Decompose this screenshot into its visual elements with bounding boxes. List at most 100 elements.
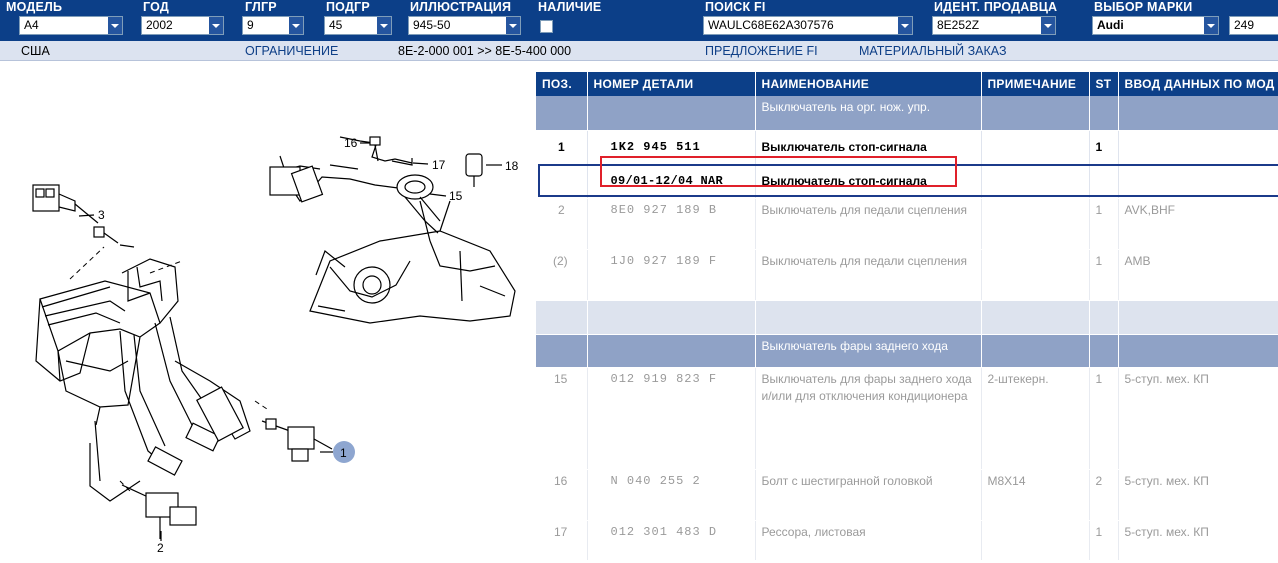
col-st-header[interactable]: ST <box>1089 72 1119 96</box>
cell-st: 1 <box>1089 249 1119 301</box>
table-row <box>536 300 1278 335</box>
main-group-label: ГЛГР <box>245 0 277 14</box>
callout-17: 17 <box>432 158 446 172</box>
illustration-select[interactable]: 945-50 <box>408 16 521 35</box>
dealer-id-value: 8E252Z <box>937 18 980 32</box>
pedal-assembly-drawing: 16 17 18 15 3 1 2 <box>32 136 519 555</box>
cell-position: 17 <box>536 520 588 561</box>
col-note-header[interactable]: ПРИМЕЧАНИЕ <box>981 72 1090 96</box>
brand-select[interactable]: Audi <box>1092 16 1219 35</box>
brake-switch-1-shape <box>261 418 333 462</box>
model-label: МОДЕЛЬ <box>6 0 63 14</box>
restriction-link[interactable]: ОГРАНИЧЕНИЕ <box>245 44 338 58</box>
cell-st: 1 <box>1089 520 1119 561</box>
material-order-link[interactable]: МАТЕРИАЛЬНЫЙ ЗАКАЗ <box>859 44 1007 58</box>
cell-model: AMB <box>1118 249 1278 301</box>
cell-note <box>981 198 1090 250</box>
cell-position: (2) <box>536 249 588 301</box>
cell-position <box>536 164 588 199</box>
table-row[interactable]: (2) 1J0 927 189 F Выключатель для педали… <box>536 249 1278 301</box>
cell-model: 5-ступ. мех. КП <box>1118 469 1278 521</box>
cell-name: Рессора, листовая <box>755 520 982 561</box>
sub-group-select[interactable]: 45 <box>324 16 392 35</box>
table-row[interactable]: Выключатель на орг. нож. упр. <box>536 96 1278 131</box>
model-value: A4 <box>24 18 39 32</box>
market-label: США <box>21 44 50 58</box>
table-row[interactable]: 15 012 919 823 F Выключатель для фары за… <box>536 367 1278 470</box>
callout-16: 16 <box>344 136 358 150</box>
wiring-harness-shape <box>269 136 441 234</box>
restriction-value: 8E-2-000 001 >> 8E-5-400 000 <box>398 44 572 58</box>
cell-note <box>981 96 1090 131</box>
chevron-down-icon[interactable] <box>208 17 223 34</box>
table-row[interactable]: 1 1K2 945 511 Выключатель стоп-сигнала 1 <box>536 130 1278 165</box>
cell-name: Выключатель стоп-сигнала <box>755 130 982 165</box>
col-part-number-header[interactable]: НОМЕР ДЕТАЛИ <box>587 72 756 96</box>
cell-part-number: 1K2 945 511 <box>587 130 756 165</box>
clutch-switch-2-shape <box>121 484 197 539</box>
main-group-select[interactable]: 9 <box>242 16 304 35</box>
cell-model <box>1118 164 1278 199</box>
table-row[interactable]: 2 8E0 927 189 B Выключатель для педали с… <box>536 198 1278 250</box>
callout-2: 2 <box>157 541 164 555</box>
cell-model <box>1118 130 1278 165</box>
cell-part-number <box>587 96 756 131</box>
callout-18: 18 <box>505 159 519 173</box>
cell-note <box>981 164 1090 199</box>
col-name-header[interactable]: НАИМЕНОВАНИЕ <box>755 72 982 96</box>
table-row[interactable]: 17 012 301 483 D Рессора, листовая 1 5-с… <box>536 520 1278 561</box>
cell-st: 1 <box>1089 367 1119 470</box>
chevron-down-icon[interactable] <box>376 17 391 34</box>
cell-name: Выключатель для педали сцепления <box>755 249 982 301</box>
chevron-down-icon[interactable] <box>897 17 912 34</box>
filter-bar: МОДЕЛЬ A4 ГОД 2002 ГЛГР 9 ПОДГР 45 ИЛЛЮС… <box>0 0 1278 41</box>
table-row[interactable]: Выключатель фары заднего хода <box>536 334 1278 368</box>
chevron-down-icon[interactable] <box>288 17 303 34</box>
cell-part-number: 012 301 483 D <box>587 520 756 561</box>
cell-name: Выключатель стоп-сигнала <box>755 164 982 199</box>
table-row[interactable]: 16 N 040 255 2 Болт с шестигранной голов… <box>536 469 1278 521</box>
col-model-data-header[interactable]: ВВОД ДАННЫХ ПО МОД <box>1118 72 1278 96</box>
year-value: 2002 <box>146 18 173 32</box>
cell-name: Выключатель для педали сцепления <box>755 198 982 250</box>
switch-18-shape <box>465 153 483 187</box>
cell-st: 1 <box>1089 130 1119 165</box>
gearbox-shape <box>309 200 516 324</box>
cell-st <box>1089 334 1119 368</box>
brand-extra-value: 249 <box>1234 18 1255 32</box>
cell-part-number: 8E0 927 189 B <box>587 198 756 250</box>
cell-st <box>1089 96 1119 131</box>
cell-st: 1 <box>1089 198 1119 250</box>
cell-st <box>1089 164 1119 199</box>
cell-model: AVK,BHF <box>1118 198 1278 250</box>
cell-part-number <box>587 334 756 368</box>
cell-position: 2 <box>536 198 588 250</box>
chevron-down-icon[interactable] <box>1040 17 1055 34</box>
offer-fi-link[interactable]: ПРЕДЛОЖЕНИЕ FI <box>705 44 818 58</box>
availability-checkbox[interactable] <box>540 20 553 33</box>
callout-3: 3 <box>98 208 105 222</box>
brand-extra-field[interactable]: 249 <box>1229 16 1278 35</box>
cell-model <box>1118 300 1278 335</box>
cell-name: Болт с шестигранной головкой <box>755 469 982 521</box>
chevron-down-icon[interactable] <box>505 17 520 34</box>
col-position-header[interactable]: ПОЗ. <box>536 72 588 96</box>
parts-illustration: 16 17 18 15 3 1 2 <box>0 61 535 558</box>
cell-model: 5-ступ. мех. КП <box>1118 367 1278 470</box>
chevron-down-icon[interactable] <box>1203 17 1218 34</box>
brand-label: ВЫБОР МАРКИ <box>1094 0 1193 14</box>
cell-position: 15 <box>536 367 588 470</box>
search-fi-select[interactable]: WAULC68E62A307576 <box>703 16 913 35</box>
cell-note: 2-штекерн. <box>981 367 1090 470</box>
cell-note: M8X14 <box>981 469 1090 521</box>
year-select[interactable]: 2002 <box>141 16 224 35</box>
sub-group-value: 45 <box>329 18 343 32</box>
chevron-down-icon[interactable] <box>107 17 122 34</box>
cell-note <box>981 249 1090 301</box>
cell-name <box>755 300 982 335</box>
dealer-id-select[interactable]: 8E252Z <box>932 16 1056 35</box>
cell-st: 2 <box>1089 469 1119 521</box>
table-row-selected[interactable]: 09/01-12/04 NAR Выключатель стоп-сигнала <box>536 164 1278 199</box>
brand-value: Audi <box>1097 18 1124 32</box>
model-select[interactable]: A4 <box>19 16 123 35</box>
